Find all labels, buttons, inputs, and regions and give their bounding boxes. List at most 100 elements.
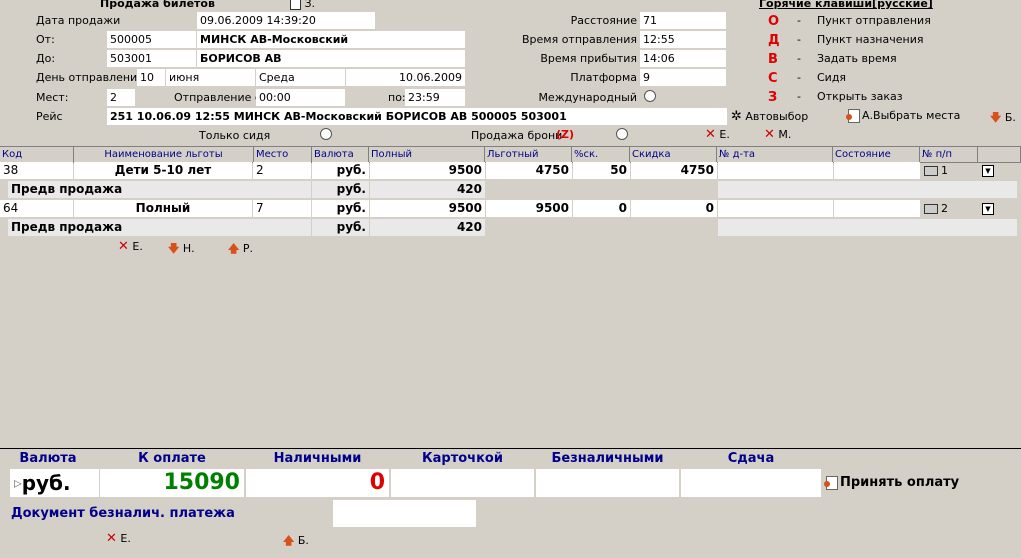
cell-discount: 0 bbox=[631, 200, 717, 217]
pay-col-cash: Наличными bbox=[246, 451, 389, 467]
pay-currency-value: руб. bbox=[21, 471, 71, 495]
dep-to-field[interactable]: 23:59 bbox=[405, 89, 465, 106]
route-label: Рейс bbox=[36, 110, 63, 123]
pay-change-field bbox=[681, 469, 821, 497]
col-full[interactable]: Полный bbox=[369, 147, 485, 162]
dep-day-label: День отправления bbox=[36, 71, 144, 84]
cell-state bbox=[834, 200, 920, 217]
payment-doc-icon bbox=[824, 475, 838, 490]
arrow-down-icon: 🡇 bbox=[990, 111, 1002, 124]
cell-pct: 50 bbox=[573, 162, 630, 179]
hotkeys-title: Горячие клавиши[русские] bbox=[759, 0, 933, 10]
booking-sale-radio[interactable] bbox=[616, 128, 628, 140]
pay-b-button[interactable]: 🡅 Б. bbox=[283, 532, 309, 551]
col-doc-num[interactable]: № д-та bbox=[717, 147, 833, 162]
to-code-field[interactable]: 503001 bbox=[107, 50, 196, 67]
page-title: Продажа билетов bbox=[100, 0, 215, 10]
hotkey-desc-3: Сидя bbox=[817, 71, 847, 84]
grid-e-label: Е. bbox=[132, 240, 143, 253]
pay-col-to-pay: К оплате bbox=[100, 451, 244, 467]
dep-day-field[interactable]: 10 bbox=[137, 69, 165, 86]
grid-n-button[interactable]: 🡇 Н. bbox=[168, 240, 195, 259]
col-code[interactable]: Код bbox=[0, 147, 74, 162]
b-button[interactable]: 🡇 Б. bbox=[990, 109, 1016, 128]
autoselect-button[interactable]: ✲ Автовыбор bbox=[731, 109, 808, 124]
col-benefit-name[interactable]: Наименование льготы bbox=[74, 147, 254, 162]
from-name-field[interactable]: МИНСК АВ-Московский bbox=[197, 31, 465, 48]
seats-field[interactable]: 2 bbox=[107, 89, 135, 106]
col-pct[interactable]: %ск. bbox=[572, 147, 630, 162]
grid-r-label: Р. bbox=[242, 242, 253, 255]
dep-month-field[interactable]: июня bbox=[166, 69, 255, 86]
dep-from-field[interactable]: 00:00 bbox=[256, 89, 345, 106]
hotkey-dash-1: - bbox=[797, 33, 801, 46]
col-currency[interactable]: Валюта bbox=[312, 147, 369, 162]
route-field[interactable]: 251 10.06.09 12:55 МИНСК АВ-Московский Б… bbox=[107, 108, 727, 125]
grid-e-button[interactable]: ✕ Е. bbox=[118, 239, 143, 254]
subrow-currency: руб. bbox=[312, 181, 369, 198]
printer-icon[interactable] bbox=[924, 204, 938, 214]
chevron-down-icon[interactable]: ▼ bbox=[982, 203, 994, 215]
pay-b-label: Б. bbox=[297, 534, 309, 547]
col-state[interactable]: Состояние bbox=[833, 147, 920, 162]
seats-label: Мест: bbox=[36, 91, 69, 104]
hotkey-desc-0: Пункт отправления bbox=[817, 14, 931, 27]
doc-cashless-field[interactable] bbox=[333, 500, 476, 527]
choose-seats-label: А.Выбрать места bbox=[862, 109, 961, 122]
pay-cashless-field[interactable] bbox=[536, 469, 679, 497]
dep-time-field[interactable]: 12:55 bbox=[640, 31, 726, 48]
choose-seats-button[interactable]: А.Выбрать места bbox=[846, 109, 961, 123]
col-benefit-price[interactable]: Льготный bbox=[485, 147, 572, 162]
arr-time-label: Время прибытия bbox=[540, 52, 637, 65]
accept-payment-label: Принять оплату bbox=[840, 475, 960, 490]
hotkey-dash-0: - bbox=[797, 14, 801, 27]
pay-currency-select[interactable]: ▷руб. bbox=[10, 469, 99, 497]
dep-date-field[interactable]: 10.06.2009 bbox=[346, 69, 465, 86]
cell-benefit: 9500 bbox=[486, 200, 572, 217]
booking-sale-hotkey: (Z) bbox=[556, 128, 575, 141]
pay-e-button[interactable]: ✕ Е. bbox=[106, 531, 131, 546]
dep-weekday-field[interactable]: Среда bbox=[256, 69, 345, 86]
hotkey-desc-1: Пункт назначения bbox=[817, 33, 924, 46]
save-icon bbox=[290, 0, 301, 10]
distance-field[interactable]: 71 bbox=[640, 12, 726, 29]
cell-code: 64 bbox=[0, 200, 73, 217]
printer-icon[interactable] bbox=[924, 166, 938, 176]
pay-card-field[interactable] bbox=[391, 469, 534, 497]
pay-cash-field[interactable]: 0 bbox=[246, 469, 389, 497]
cell-seat: 7 bbox=[253, 200, 311, 217]
subrow-label: Предв продажа bbox=[8, 219, 311, 236]
accept-payment-button[interactable]: Принять оплату bbox=[824, 475, 960, 490]
dep-from-label: Отправление с: bbox=[174, 91, 265, 104]
chevron-down-icon[interactable]: ▼ bbox=[982, 165, 994, 177]
seated-only-radio[interactable] bbox=[320, 128, 332, 140]
grid-r-button[interactable]: 🡅 Р. bbox=[228, 240, 253, 259]
international-label: Международный bbox=[538, 91, 637, 104]
cancel-m-button[interactable]: ✕ М. bbox=[764, 127, 791, 142]
subrow-amount: 420 bbox=[370, 219, 485, 236]
platform-field[interactable]: 9 bbox=[640, 69, 726, 86]
hotkey-row-1: Д bbox=[768, 33, 780, 48]
subrow-currency: руб. bbox=[312, 219, 369, 236]
hotkey-row-0: О bbox=[768, 14, 780, 29]
pay-col-card: Карточкой bbox=[391, 451, 534, 467]
col-discount[interactable]: Скидка bbox=[630, 147, 717, 162]
cell-code: 38 bbox=[0, 162, 73, 179]
sale-date-field[interactable]: 09.06.2009 14:39:20 bbox=[197, 12, 375, 29]
arrow-down-icon: 🡇 bbox=[168, 242, 180, 255]
arr-time-field[interactable]: 14:06 bbox=[640, 50, 726, 67]
close-icon: ✕ bbox=[106, 531, 117, 546]
col-index[interactable]: № п/п bbox=[920, 147, 978, 162]
cancel-m-label: М. bbox=[778, 128, 792, 141]
close-icon: ✕ bbox=[705, 127, 716, 142]
cell-doc-num bbox=[718, 200, 833, 217]
col-seat[interactable]: Место bbox=[254, 147, 312, 162]
from-code-field[interactable]: 500005 bbox=[107, 31, 196, 48]
cancel-e-button[interactable]: ✕ Е. bbox=[705, 127, 730, 142]
save-hotkey[interactable]: З. bbox=[290, 0, 315, 10]
to-name-field[interactable]: БОРИСОВ АВ bbox=[197, 50, 465, 67]
international-radio[interactable] bbox=[644, 90, 656, 102]
subrow-fill bbox=[718, 219, 1017, 236]
save-hotkey-label: З. bbox=[304, 0, 316, 10]
autoselect-label: Автовыбор bbox=[745, 110, 809, 123]
